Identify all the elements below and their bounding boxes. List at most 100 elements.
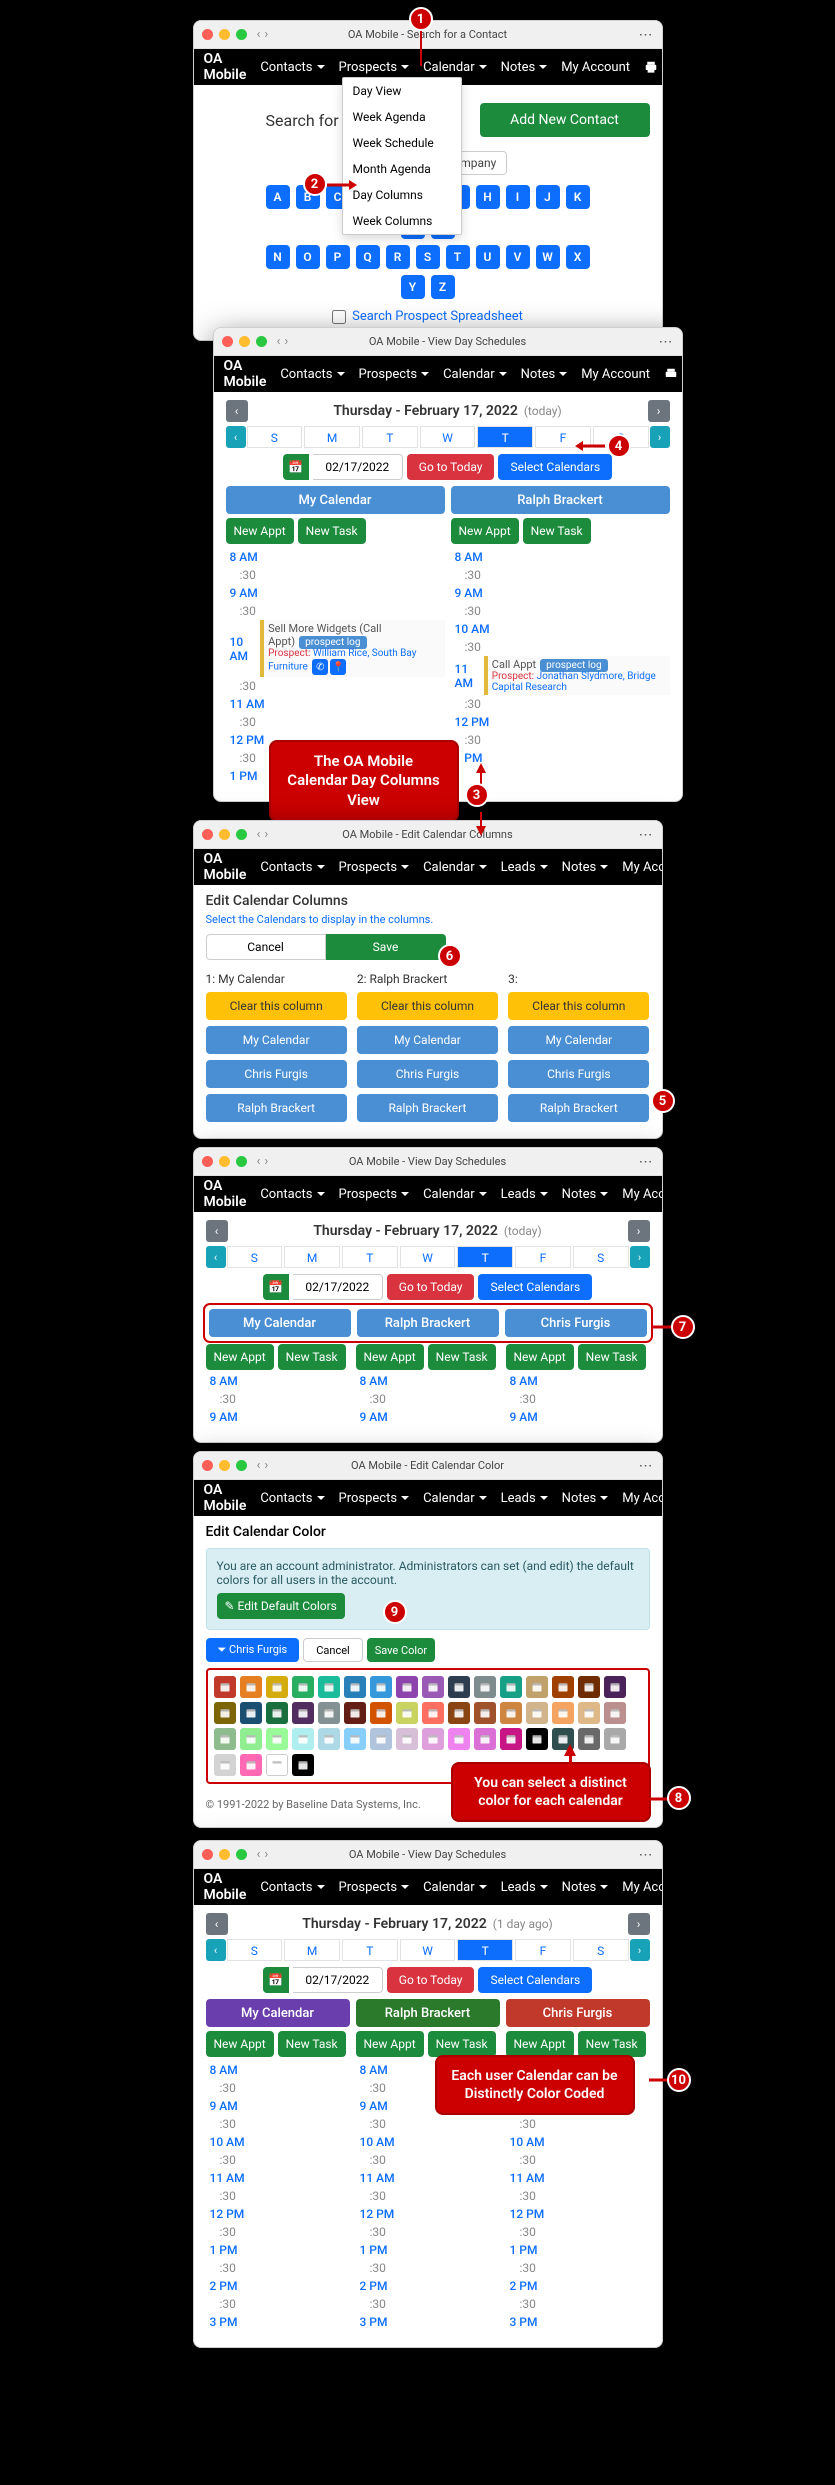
menu-myaccount[interactable]: My Account <box>555 60 636 75</box>
dow-cell[interactable]: S <box>227 1246 283 1268</box>
menu-leads[interactable]: Leads <box>495 1880 554 1895</box>
menu-myaccount[interactable]: My Account <box>616 860 662 875</box>
appointment[interactable]: Call Apptprospect logProspect: Jonathan … <box>484 656 670 695</box>
go-today-button[interactable]: Go to Today <box>387 1967 475 1993</box>
alpha-V[interactable]: V <box>506 245 530 269</box>
alpha-N[interactable]: N <box>266 245 290 269</box>
new-task-button[interactable]: New Task <box>298 518 366 544</box>
swatch[interactable] <box>578 1728 600 1750</box>
alpha-P[interactable]: P <box>326 245 350 269</box>
swatch[interactable] <box>370 1702 392 1724</box>
new-appt-button[interactable]: New Appt <box>206 1344 274 1370</box>
menu-prospects[interactable]: Prospects <box>353 367 436 382</box>
dow-next[interactable]: › <box>650 426 670 448</box>
swatch[interactable] <box>604 1702 626 1724</box>
cal-option[interactable]: My Calendar <box>357 1026 498 1054</box>
menu-notes[interactable]: Notes <box>556 860 615 875</box>
more-icon[interactable]: ⋯ <box>639 27 654 43</box>
save-color-button[interactable]: Save Color <box>367 1638 435 1662</box>
dow-cell[interactable]: F <box>515 1246 571 1268</box>
menu-contacts[interactable]: Contacts <box>254 860 330 875</box>
new-task-button[interactable]: New Task <box>578 2031 646 2057</box>
select-cal-button[interactable]: Select Calendars <box>498 454 612 480</box>
user-select-button[interactable]: ⏷ Chris Furgis <box>206 1638 300 1662</box>
new-task-button[interactable]: New Task <box>428 1344 496 1370</box>
menu-calendar[interactable]: Calendar <box>417 860 493 875</box>
swatch[interactable] <box>266 1754 288 1776</box>
alpha-S[interactable]: S <box>416 245 440 269</box>
clear-col-button[interactable]: Clear this column <box>357 992 498 1020</box>
menu-notes[interactable]: Notes <box>495 60 554 75</box>
swatch[interactable] <box>526 1676 548 1698</box>
swatch[interactable] <box>370 1728 392 1750</box>
go-today-button[interactable]: Go to Today <box>387 1274 475 1300</box>
menu-prospects[interactable]: Prospects <box>333 1187 416 1202</box>
cal-option[interactable]: Ralph Brackert <box>357 1094 498 1122</box>
nav-back[interactable]: ‹ <box>257 27 261 42</box>
dow-cell[interactable]: T <box>457 1246 513 1268</box>
dow-cell[interactable]: T <box>362 426 418 448</box>
next-day[interactable]: › <box>648 400 670 422</box>
new-task-button[interactable]: New Task <box>523 518 591 544</box>
alpha-K[interactable]: K <box>566 185 590 209</box>
select-cal-button[interactable]: Select Calendars <box>478 1967 592 1993</box>
swatch[interactable] <box>448 1702 470 1724</box>
swatch[interactable] <box>448 1676 470 1698</box>
swatch[interactable] <box>318 1728 340 1750</box>
new-task-button[interactable]: New Task <box>278 2031 346 2057</box>
swatch[interactable] <box>500 1728 522 1750</box>
swatch[interactable] <box>266 1676 288 1698</box>
menu-contacts[interactable]: Contacts <box>254 1187 330 1202</box>
swatch[interactable] <box>500 1676 522 1698</box>
alpha-U[interactable]: U <box>476 245 500 269</box>
swatch[interactable] <box>396 1702 418 1724</box>
appointment[interactable]: Sell More Widgets (Call Appt)prospect lo… <box>260 620 444 677</box>
new-appt-button[interactable]: New Appt <box>356 1344 424 1370</box>
new-task-button[interactable]: New Task <box>428 2031 496 2057</box>
menu-leads[interactable]: Leads <box>495 860 554 875</box>
calendar-icon[interactable]: 📅 <box>263 1274 289 1300</box>
swatch[interactable] <box>214 1728 236 1750</box>
menu-leads[interactable]: Leads <box>495 1187 554 1202</box>
alpha-J[interactable]: J <box>536 185 560 209</box>
swatch[interactable] <box>240 1676 262 1698</box>
menu-notes[interactable]: Notes <box>556 1491 615 1506</box>
dow-cell[interactable]: S <box>573 1246 629 1268</box>
swatch[interactable] <box>292 1702 314 1724</box>
date-input[interactable] <box>313 454 403 480</box>
dow-cell[interactable]: T <box>457 1939 513 1961</box>
dd-week-columns[interactable]: Week Columns <box>343 208 461 234</box>
alpha-R[interactable]: R <box>386 245 410 269</box>
dow-cell[interactable]: T <box>342 1939 398 1961</box>
prev-day[interactable]: ‹ <box>206 1913 228 1935</box>
swatch[interactable] <box>240 1754 262 1776</box>
swatch[interactable] <box>266 1728 288 1750</box>
swatch[interactable] <box>292 1754 314 1776</box>
menu-contacts[interactable]: Contacts <box>254 1880 330 1895</box>
menu-prospects[interactable]: Prospects <box>333 1491 416 1506</box>
menu-calendar[interactable]: Calendar <box>417 60 493 75</box>
dow-cell[interactable]: W <box>400 1246 456 1268</box>
dd-week-schedule[interactable]: Week Schedule <box>343 130 461 156</box>
new-appt-button[interactable]: New Appt <box>226 518 294 544</box>
new-task-button[interactable]: New Task <box>578 1344 646 1370</box>
alpha-I[interactable]: I <box>506 185 530 209</box>
swatch[interactable] <box>344 1676 366 1698</box>
dow-cell[interactable]: M <box>284 1939 340 1961</box>
swatch[interactable] <box>344 1728 366 1750</box>
swatch[interactable] <box>396 1728 418 1750</box>
swatch[interactable] <box>422 1702 444 1724</box>
menu-contacts[interactable]: Contacts <box>274 367 350 382</box>
swatch[interactable] <box>214 1702 236 1724</box>
dow-prev[interactable]: ‹ <box>206 1246 226 1268</box>
alpha-W[interactable]: W <box>536 245 560 269</box>
cal-option[interactable]: Chris Furgis <box>206 1060 347 1088</box>
cal-option[interactable]: My Calendar <box>206 1026 347 1054</box>
menu-prospects[interactable]: Prospects <box>333 60 416 75</box>
dow-cell[interactable]: T <box>342 1246 398 1268</box>
swatch[interactable] <box>370 1676 392 1698</box>
alpha-H[interactable]: H <box>476 185 500 209</box>
alpha-Y[interactable]: Y <box>401 275 425 299</box>
clear-col-button[interactable]: Clear this column <box>206 992 347 1020</box>
swatch[interactable] <box>578 1676 600 1698</box>
